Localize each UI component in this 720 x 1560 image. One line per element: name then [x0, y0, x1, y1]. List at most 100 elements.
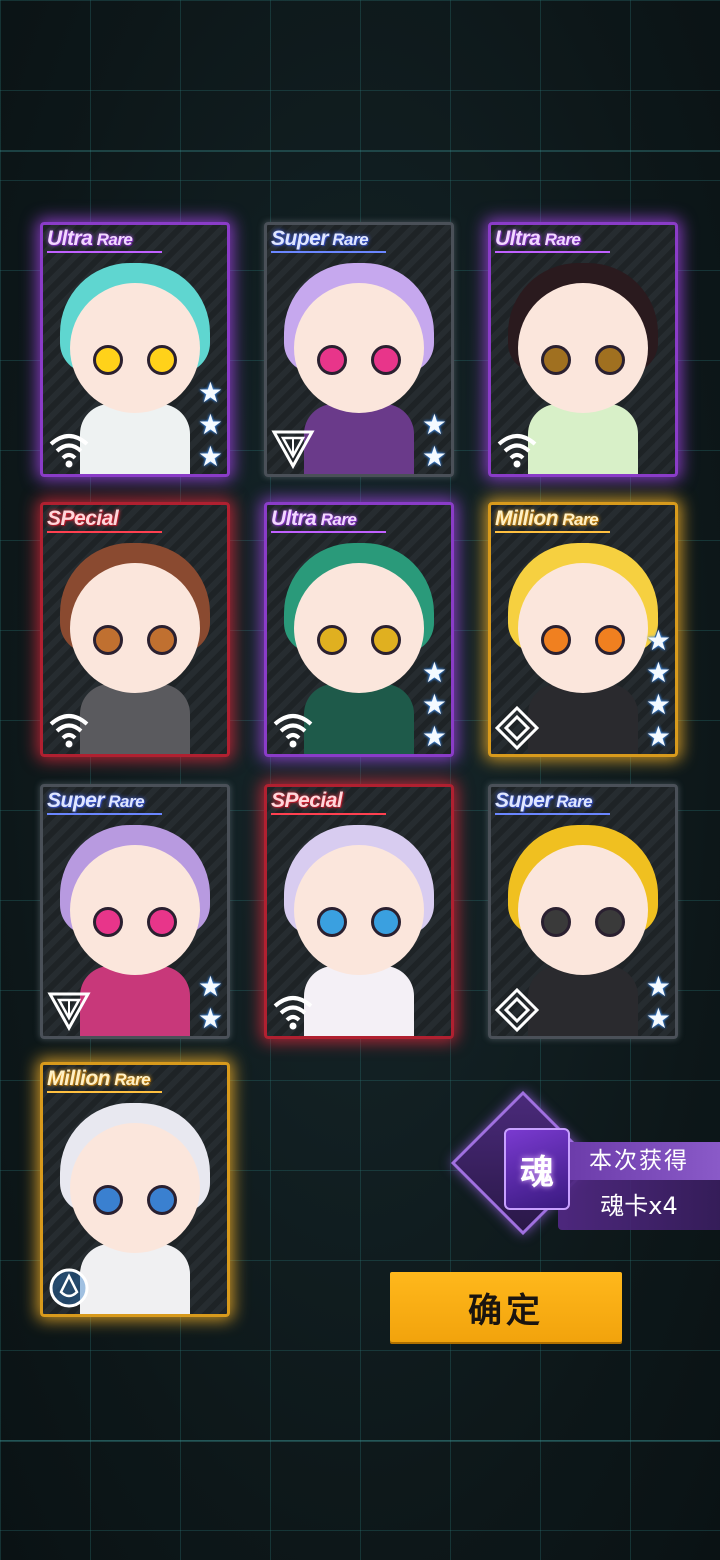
rarity-main: Super	[47, 789, 105, 812]
character-body	[80, 404, 190, 474]
character-card[interactable]: Super Rare ★ ★	[488, 784, 678, 1039]
character-eyes	[87, 345, 183, 375]
character-card[interactable]: Super Rare ★ ★	[264, 222, 454, 477]
star-icon: ★	[421, 688, 447, 721]
star-icon: ★	[197, 1002, 223, 1035]
character-body	[528, 684, 638, 754]
rarity-label: Ultra Rare	[271, 507, 357, 531]
character-body	[304, 404, 414, 474]
star-icon: ★	[645, 720, 671, 753]
rarity-sub: Rare	[558, 510, 599, 529]
rarity-main: SPecial	[271, 789, 343, 812]
star-icon: ★	[645, 624, 671, 657]
character-body	[304, 966, 414, 1036]
character-eyes	[87, 1185, 183, 1215]
rarity-sub: Rare	[110, 1070, 151, 1089]
star-rating: ★ ★ ★	[198, 378, 223, 472]
rarity-main: SPecial	[47, 507, 119, 530]
rarity-label: Super Rare	[271, 227, 369, 251]
rarity-underline	[495, 251, 610, 253]
soul-card-icon: 魂	[504, 1128, 570, 1210]
star-icon: ★	[645, 688, 671, 721]
rarity-underline	[47, 531, 162, 533]
character-body	[80, 966, 190, 1036]
rarity-underline	[495, 813, 610, 815]
star-icon: ★	[197, 376, 223, 409]
triangle-icon	[47, 988, 91, 1032]
star-icon: ★	[197, 440, 223, 473]
character-card[interactable]: Ultra Rare ★ ★ ★	[40, 222, 230, 477]
character-card[interactable]: Million Rare	[40, 1062, 230, 1317]
character-body	[304, 684, 414, 754]
rarity-underline	[47, 813, 162, 815]
reward-title: 本次获得	[558, 1142, 720, 1180]
character-body	[528, 404, 638, 474]
character-eyes	[311, 907, 407, 937]
rarity-label: Ultra Rare	[495, 227, 581, 251]
star-rating: ★ ★	[646, 972, 671, 1034]
background-line	[0, 150, 720, 152]
star-icon: ★	[197, 970, 223, 1003]
character-card[interactable]: SPecial	[40, 502, 230, 757]
wifi-icon	[495, 426, 539, 470]
rarity-label: Super Rare	[47, 789, 145, 813]
star-rating: ★ ★ ★	[422, 658, 447, 752]
rarity-underline	[47, 1091, 162, 1093]
character-eyes	[535, 625, 631, 655]
background-line	[0, 1440, 720, 1442]
star-icon: ★	[421, 656, 447, 689]
rarity-sub: Rare	[104, 792, 145, 811]
rarity-label: Million Rare	[495, 507, 599, 531]
wifi-icon	[271, 988, 315, 1032]
character-card[interactable]: Million Rare ★ ★ ★ ★	[488, 502, 678, 757]
rarity-sub: Rare	[328, 230, 369, 249]
circle-drop-icon	[47, 1266, 91, 1310]
rarity-underline	[271, 531, 386, 533]
star-icon: ★	[645, 656, 671, 689]
reward-item: 魂卡x4	[600, 1192, 678, 1220]
rarity-main: Ultra	[271, 507, 317, 530]
wifi-icon	[47, 706, 91, 750]
character-card[interactable]: Super Rare ★ ★	[40, 784, 230, 1039]
character-card[interactable]: Ultra Rare ★ ★ ★	[264, 502, 454, 757]
star-rating: ★ ★	[422, 410, 447, 472]
character-eyes	[87, 907, 183, 937]
rarity-main: Super	[495, 789, 553, 812]
rarity-sub: Rare	[316, 510, 357, 529]
character-body	[528, 966, 638, 1036]
rarity-main: Super	[271, 227, 329, 250]
rarity-main: Ultra	[495, 227, 541, 250]
rarity-underline	[271, 813, 386, 815]
star-rating: ★ ★ ★ ★	[646, 626, 671, 752]
star-icon: ★	[421, 720, 447, 753]
character-eyes	[535, 907, 631, 937]
character-body	[80, 684, 190, 754]
reward-banner: 本次获得 魂卡x4	[558, 1142, 720, 1230]
star-icon: ★	[421, 440, 447, 473]
character-body	[80, 1244, 190, 1314]
star-icon: ★	[645, 1002, 671, 1035]
star-icon: ★	[421, 408, 447, 441]
character-eyes	[87, 625, 183, 655]
rarity-label: Super Rare	[495, 789, 593, 813]
character-card[interactable]: Ultra Rare	[488, 222, 678, 477]
rarity-label: Million Rare	[47, 1067, 151, 1091]
confirm-button[interactable]: 确定	[390, 1272, 622, 1342]
character-eyes	[311, 625, 407, 655]
character-card[interactable]: SPecial	[264, 784, 454, 1039]
character-eyes	[535, 345, 631, 375]
star-icon: ★	[645, 970, 671, 1003]
wifi-icon	[47, 426, 91, 470]
star-rating: ★ ★	[198, 972, 223, 1034]
rarity-sub: Rare	[552, 792, 593, 811]
rarity-label: SPecial	[47, 507, 119, 531]
rarity-underline	[271, 251, 386, 253]
rarity-sub: Rare	[540, 230, 581, 249]
rarity-underline	[495, 531, 610, 533]
character-eyes	[311, 345, 407, 375]
rarity-main: Ultra	[47, 227, 93, 250]
rarity-sub: Rare	[92, 230, 133, 249]
rarity-underline	[47, 251, 162, 253]
wifi-icon	[271, 706, 315, 750]
star-icon: ★	[197, 408, 223, 441]
